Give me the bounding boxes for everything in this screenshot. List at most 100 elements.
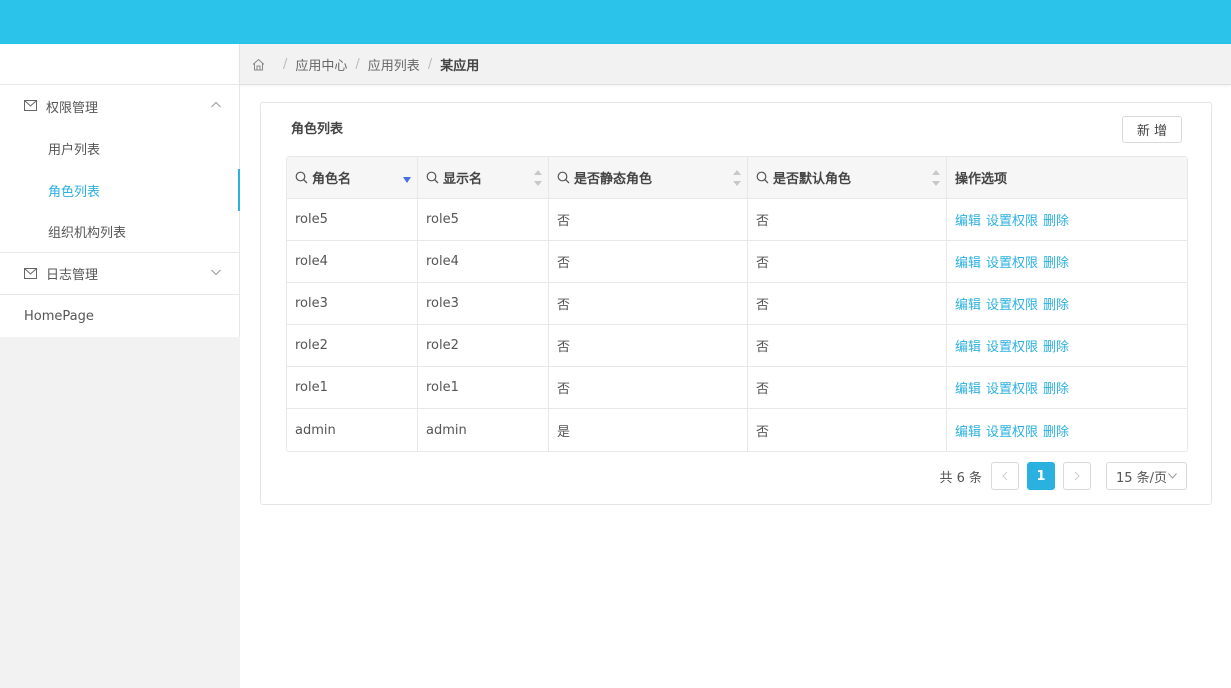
- next-page-button[interactable]: [1063, 462, 1091, 490]
- pagination: 共 6 条 1 15 条/页: [939, 462, 1187, 490]
- cell-is-default: 否: [748, 241, 947, 283]
- cell-is-static: 否: [549, 325, 748, 367]
- sort-descending-icon[interactable]: [403, 177, 411, 183]
- set-permissions-link[interactable]: 设置权限: [986, 298, 1038, 313]
- mail-icon: [24, 100, 38, 112]
- cell-display-name: role1: [418, 367, 549, 409]
- set-permissions-link[interactable]: 设置权限: [986, 425, 1038, 440]
- edit-link[interactable]: 编辑: [955, 340, 981, 355]
- cell-display-name: role3: [418, 283, 549, 325]
- page-size-value: 15 条/页: [1116, 470, 1168, 486]
- cell-is-static: 否: [549, 283, 748, 325]
- set-permissions-link[interactable]: 设置权限: [986, 214, 1038, 229]
- column-header-label: 角色名: [312, 172, 352, 187]
- edit-link[interactable]: 编辑: [955, 382, 981, 397]
- page-number-button[interactable]: 1: [1027, 462, 1055, 490]
- column-header-label: 操作选项: [955, 172, 1008, 187]
- delete-link[interactable]: 删除: [1043, 298, 1069, 313]
- breadcrumb-current-app: 某应用: [440, 58, 480, 74]
- column-header-display-name[interactable]: 显示名: [418, 157, 549, 199]
- sidebar: 权限管理 用户列表 角色列表 组织机构列表 日志管理 HomePage: [0, 44, 240, 688]
- delete-link[interactable]: 删除: [1043, 214, 1069, 229]
- column-header-role-name[interactable]: 角色名: [287, 157, 418, 199]
- role-list-card: 角色列表 新 增 角色名 显示名 是否静态角色 是否默认角色 操作选项 role…: [260, 102, 1212, 505]
- submenu-log-management[interactable]: 日志管理: [0, 253, 239, 295]
- cell-is-default: 否: [748, 409, 947, 451]
- cell-is-static: 否: [549, 367, 748, 409]
- set-permissions-link[interactable]: 设置权限: [986, 382, 1038, 397]
- table-row: role5 role5 否 否 编辑 设置权限 删除: [287, 199, 1187, 241]
- chevron-left-icon: [1002, 471, 1008, 481]
- set-permissions-link[interactable]: 设置权限: [986, 256, 1038, 271]
- cell-is-static: 是: [549, 409, 748, 451]
- table-row: role4 role4 否 否 编辑 设置权限 删除: [287, 241, 1187, 283]
- cell-is-default: 否: [748, 283, 947, 325]
- sidebar-item-org-list[interactable]: 组织机构列表: [0, 211, 239, 253]
- submenu-permission-management[interactable]: 权限管理: [0, 85, 239, 127]
- edit-link[interactable]: 编辑: [955, 214, 981, 229]
- column-header-label: 是否静态角色: [574, 172, 653, 187]
- delete-link[interactable]: 删除: [1043, 425, 1069, 440]
- sidebar-item-role-list[interactable]: 角色列表: [0, 169, 240, 211]
- cell-is-default: 否: [748, 199, 947, 241]
- sidebar-item-label: HomePage: [24, 308, 94, 324]
- sidebar-menu: 权限管理 用户列表 角色列表 组织机构列表 日志管理 HomePage: [0, 44, 240, 337]
- breadcrumb-separator: /: [355, 56, 360, 72]
- add-button[interactable]: 新 增: [1122, 116, 1182, 143]
- breadcrumb-separator: /: [283, 56, 288, 72]
- cell-operations: 编辑 设置权限 删除: [947, 283, 1187, 325]
- sidebar-item-user-list[interactable]: 用户列表: [0, 127, 239, 169]
- sidebar-logo-area: [0, 44, 239, 85]
- cell-role-name: role3: [287, 283, 418, 325]
- cell-is-default: 否: [748, 367, 947, 409]
- cell-role-name: role4: [287, 241, 418, 283]
- sort-icon[interactable]: [932, 170, 940, 186]
- set-permissions-link[interactable]: 设置权限: [986, 340, 1038, 355]
- sidebar-item-label: 组织机构列表: [48, 226, 127, 241]
- cell-display-name: role5: [418, 199, 549, 241]
- search-icon[interactable]: [295, 171, 308, 184]
- search-icon[interactable]: [756, 171, 769, 184]
- search-icon[interactable]: [426, 171, 439, 184]
- delete-link[interactable]: 删除: [1043, 256, 1069, 271]
- page-size-select[interactable]: 15 条/页: [1106, 462, 1187, 490]
- cell-is-default: 否: [748, 325, 947, 367]
- column-header-label: 显示名: [443, 172, 483, 187]
- column-header-is-default[interactable]: 是否默认角色: [748, 157, 947, 199]
- cell-role-name: role5: [287, 199, 418, 241]
- sidebar-item-label: 用户列表: [48, 142, 101, 158]
- breadcrumb: / 应用中心 / 应用列表 / 某应用: [240, 44, 1231, 85]
- sort-icon[interactable]: [733, 170, 741, 186]
- chevron-down-icon: [211, 269, 221, 277]
- edit-link[interactable]: 编辑: [955, 256, 981, 271]
- edit-link[interactable]: 编辑: [955, 425, 981, 440]
- cell-is-static: 否: [549, 241, 748, 283]
- search-icon[interactable]: [557, 171, 570, 184]
- column-header-is-static[interactable]: 是否静态角色: [549, 157, 748, 199]
- table-row: role1 role1 否 否 编辑 设置权限 删除: [287, 367, 1187, 409]
- edit-link[interactable]: 编辑: [955, 298, 981, 313]
- home-icon[interactable]: [252, 58, 265, 71]
- sidebar-item-label: 角色列表: [48, 184, 101, 200]
- cell-operations: 编辑 设置权限 删除: [947, 241, 1187, 283]
- chevron-right-icon: [1074, 471, 1080, 481]
- breadcrumb-app-list[interactable]: 应用列表: [368, 55, 420, 74]
- sidebar-item-homepage[interactable]: HomePage: [0, 295, 239, 337]
- cell-operations: 编辑 设置权限 删除: [947, 325, 1187, 367]
- prev-page-button[interactable]: [991, 462, 1019, 490]
- cell-operations: 编辑 设置权限 删除: [947, 199, 1187, 241]
- total-count: 共 6 条: [939, 470, 982, 486]
- chevron-down-icon: [1168, 473, 1177, 480]
- cell-display-name: role4: [418, 241, 549, 283]
- role-table: 角色名 显示名 是否静态角色 是否默认角色 操作选项 role5 role5 否…: [286, 156, 1188, 452]
- cell-operations: 编辑 设置权限 删除: [947, 409, 1187, 451]
- delete-link[interactable]: 删除: [1043, 382, 1069, 397]
- sort-icon[interactable]: [534, 170, 542, 186]
- breadcrumb-app-center[interactable]: 应用中心: [295, 55, 347, 74]
- column-header-label: 是否默认角色: [773, 172, 852, 187]
- table-row: role2 role2 否 否 编辑 设置权限 删除: [287, 325, 1187, 367]
- delete-link[interactable]: 删除: [1043, 340, 1069, 355]
- cell-display-name: role2: [418, 325, 549, 367]
- cell-is-static: 否: [549, 199, 748, 241]
- table-row: admin admin 是 否 编辑 设置权限 删除: [287, 409, 1187, 451]
